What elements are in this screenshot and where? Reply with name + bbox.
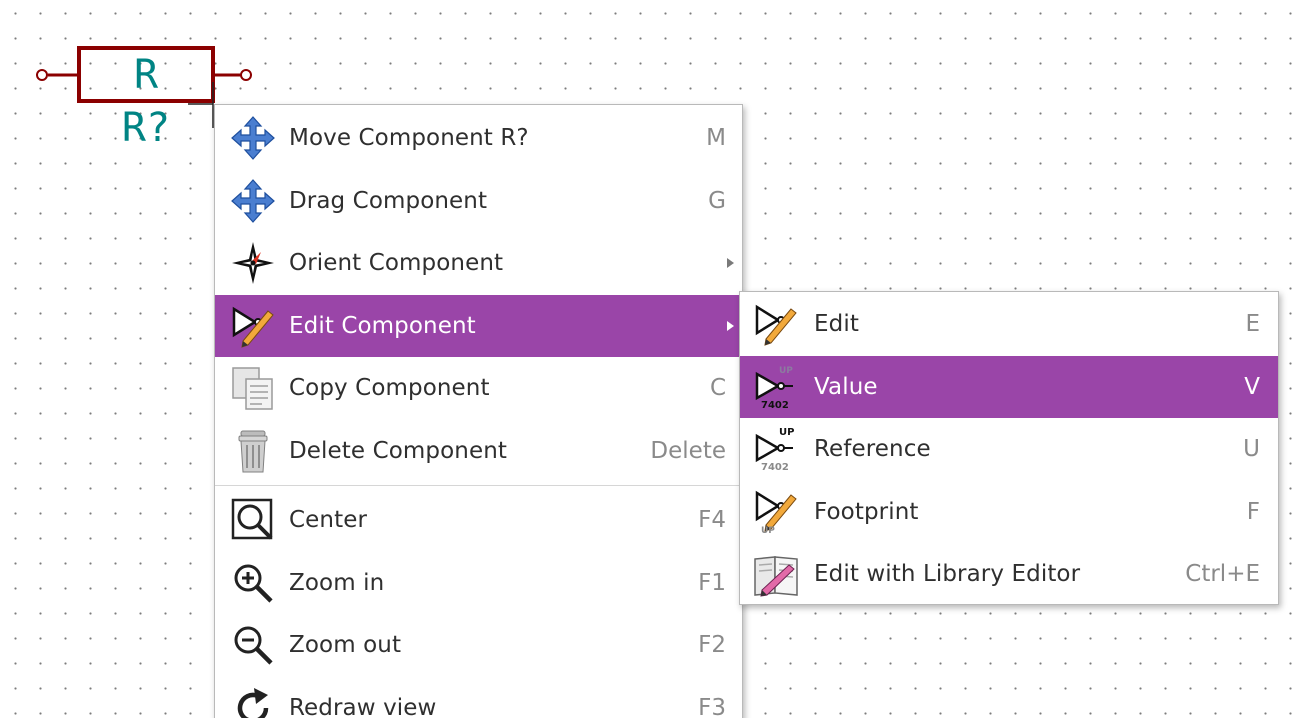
menu-item-label: Copy Component	[289, 375, 490, 402]
submenu-item-shortcut: V	[1244, 373, 1260, 400]
redraw-icon	[229, 684, 277, 718]
submenu-item-label: Reference	[814, 436, 931, 463]
submenu-item-label: Footprint	[814, 498, 919, 525]
submenu-item-label: Edit with Library Editor	[814, 561, 1081, 588]
icon-text-up: UP	[779, 427, 794, 438]
edit-component-icon	[752, 300, 800, 348]
submenu-item-label: Value	[814, 373, 878, 400]
context-menu: Move Component R? M Drag Component G Ori…	[214, 104, 743, 718]
pin-left-terminal	[36, 69, 48, 81]
menu-item-shortcut: F3	[698, 694, 726, 718]
menu-item-label: Zoom in	[289, 569, 385, 596]
menu-item-label: Orient Component	[289, 250, 504, 277]
submenu-item-reference[interactable]: UP 7402 Reference U	[740, 418, 1278, 481]
menu-separator	[215, 485, 742, 486]
submenu-item-edit-with-library-editor[interactable]: Edit with Library Editor Ctrl+E	[740, 543, 1278, 606]
component-reference-text: R?	[122, 105, 170, 151]
submenu-item-shortcut: U	[1243, 436, 1260, 463]
submenu-item-shortcut: Ctrl+E	[1185, 561, 1260, 588]
submenu-item-edit[interactable]: Edit E	[740, 293, 1278, 356]
menu-item-label: Drag Component	[289, 187, 488, 214]
edit-reference-icon: UP 7402	[752, 425, 800, 473]
menu-item-label: Zoom out	[289, 632, 402, 659]
menu-item-copy-component[interactable]: Copy Component C	[215, 357, 742, 420]
icon-text-up: UP	[779, 366, 793, 376]
trash-icon	[229, 427, 277, 475]
submenu-arrow-icon	[727, 258, 734, 269]
menu-item-zoom-in[interactable]: Zoom in F1	[215, 552, 742, 615]
component-symbol-text: R	[134, 52, 159, 98]
menu-item-drag-component[interactable]: Drag Component G	[215, 170, 742, 233]
menu-item-label: Redraw view	[289, 694, 437, 718]
menu-item-shortcut: G	[708, 187, 726, 214]
submenu-item-shortcut: F	[1246, 498, 1260, 525]
submenu-arrow-icon	[727, 320, 734, 331]
edit-component-submenu: Edit E UP 7402 Value V UP 7402 Reference…	[739, 291, 1279, 605]
move-arrows-icon	[229, 114, 277, 162]
menu-item-shortcut: Delete	[650, 437, 726, 464]
submenu-item-value[interactable]: UP 7402 Value V	[740, 355, 1278, 418]
edit-component-icon	[229, 302, 277, 350]
submenu-item-footprint[interactable]: UP Footprint F	[740, 481, 1278, 544]
compass-icon	[229, 239, 277, 287]
move-arrows-icon	[229, 177, 277, 225]
pin-right-terminal	[240, 69, 252, 81]
submenu-item-label: Edit	[814, 311, 859, 338]
menu-item-shortcut: F2	[698, 632, 726, 659]
icon-text-part: 7402	[761, 400, 789, 410]
edit-footprint-icon: UP	[752, 488, 800, 536]
menu-item-label: Delete Component	[289, 437, 508, 464]
menu-item-delete-component[interactable]: Delete Component Delete	[215, 420, 742, 483]
menu-item-shortcut: F4	[698, 507, 726, 534]
zoom-center-icon	[229, 496, 277, 544]
menu-item-move-component[interactable]: Move Component R? M	[215, 107, 742, 170]
icon-text-up: UP	[761, 526, 775, 535]
copy-icon	[229, 364, 277, 412]
menu-item-shortcut: F1	[698, 569, 726, 596]
library-editor-icon	[752, 550, 800, 598]
menu-item-center[interactable]: Center F4	[215, 489, 742, 552]
menu-item-edit-component[interactable]: Edit Component	[215, 294, 742, 357]
zoom-in-icon	[229, 559, 277, 607]
menu-item-label: Center	[289, 507, 368, 534]
menu-item-label: Move Component R?	[289, 125, 529, 152]
zoom-out-icon	[229, 621, 277, 669]
menu-item-shortcut: C	[709, 375, 726, 402]
edit-value-icon: UP 7402	[752, 363, 800, 411]
menu-item-zoom-out[interactable]: Zoom out F2	[215, 614, 742, 677]
menu-item-shortcut: M	[706, 125, 726, 152]
menu-item-label: Edit Component	[289, 312, 476, 339]
icon-text-part: 7402	[761, 462, 789, 472]
menu-item-redraw-view[interactable]: Redraw view F3	[215, 677, 742, 718]
submenu-item-shortcut: E	[1245, 311, 1260, 338]
menu-item-orient-component[interactable]: Orient Component	[215, 232, 742, 295]
